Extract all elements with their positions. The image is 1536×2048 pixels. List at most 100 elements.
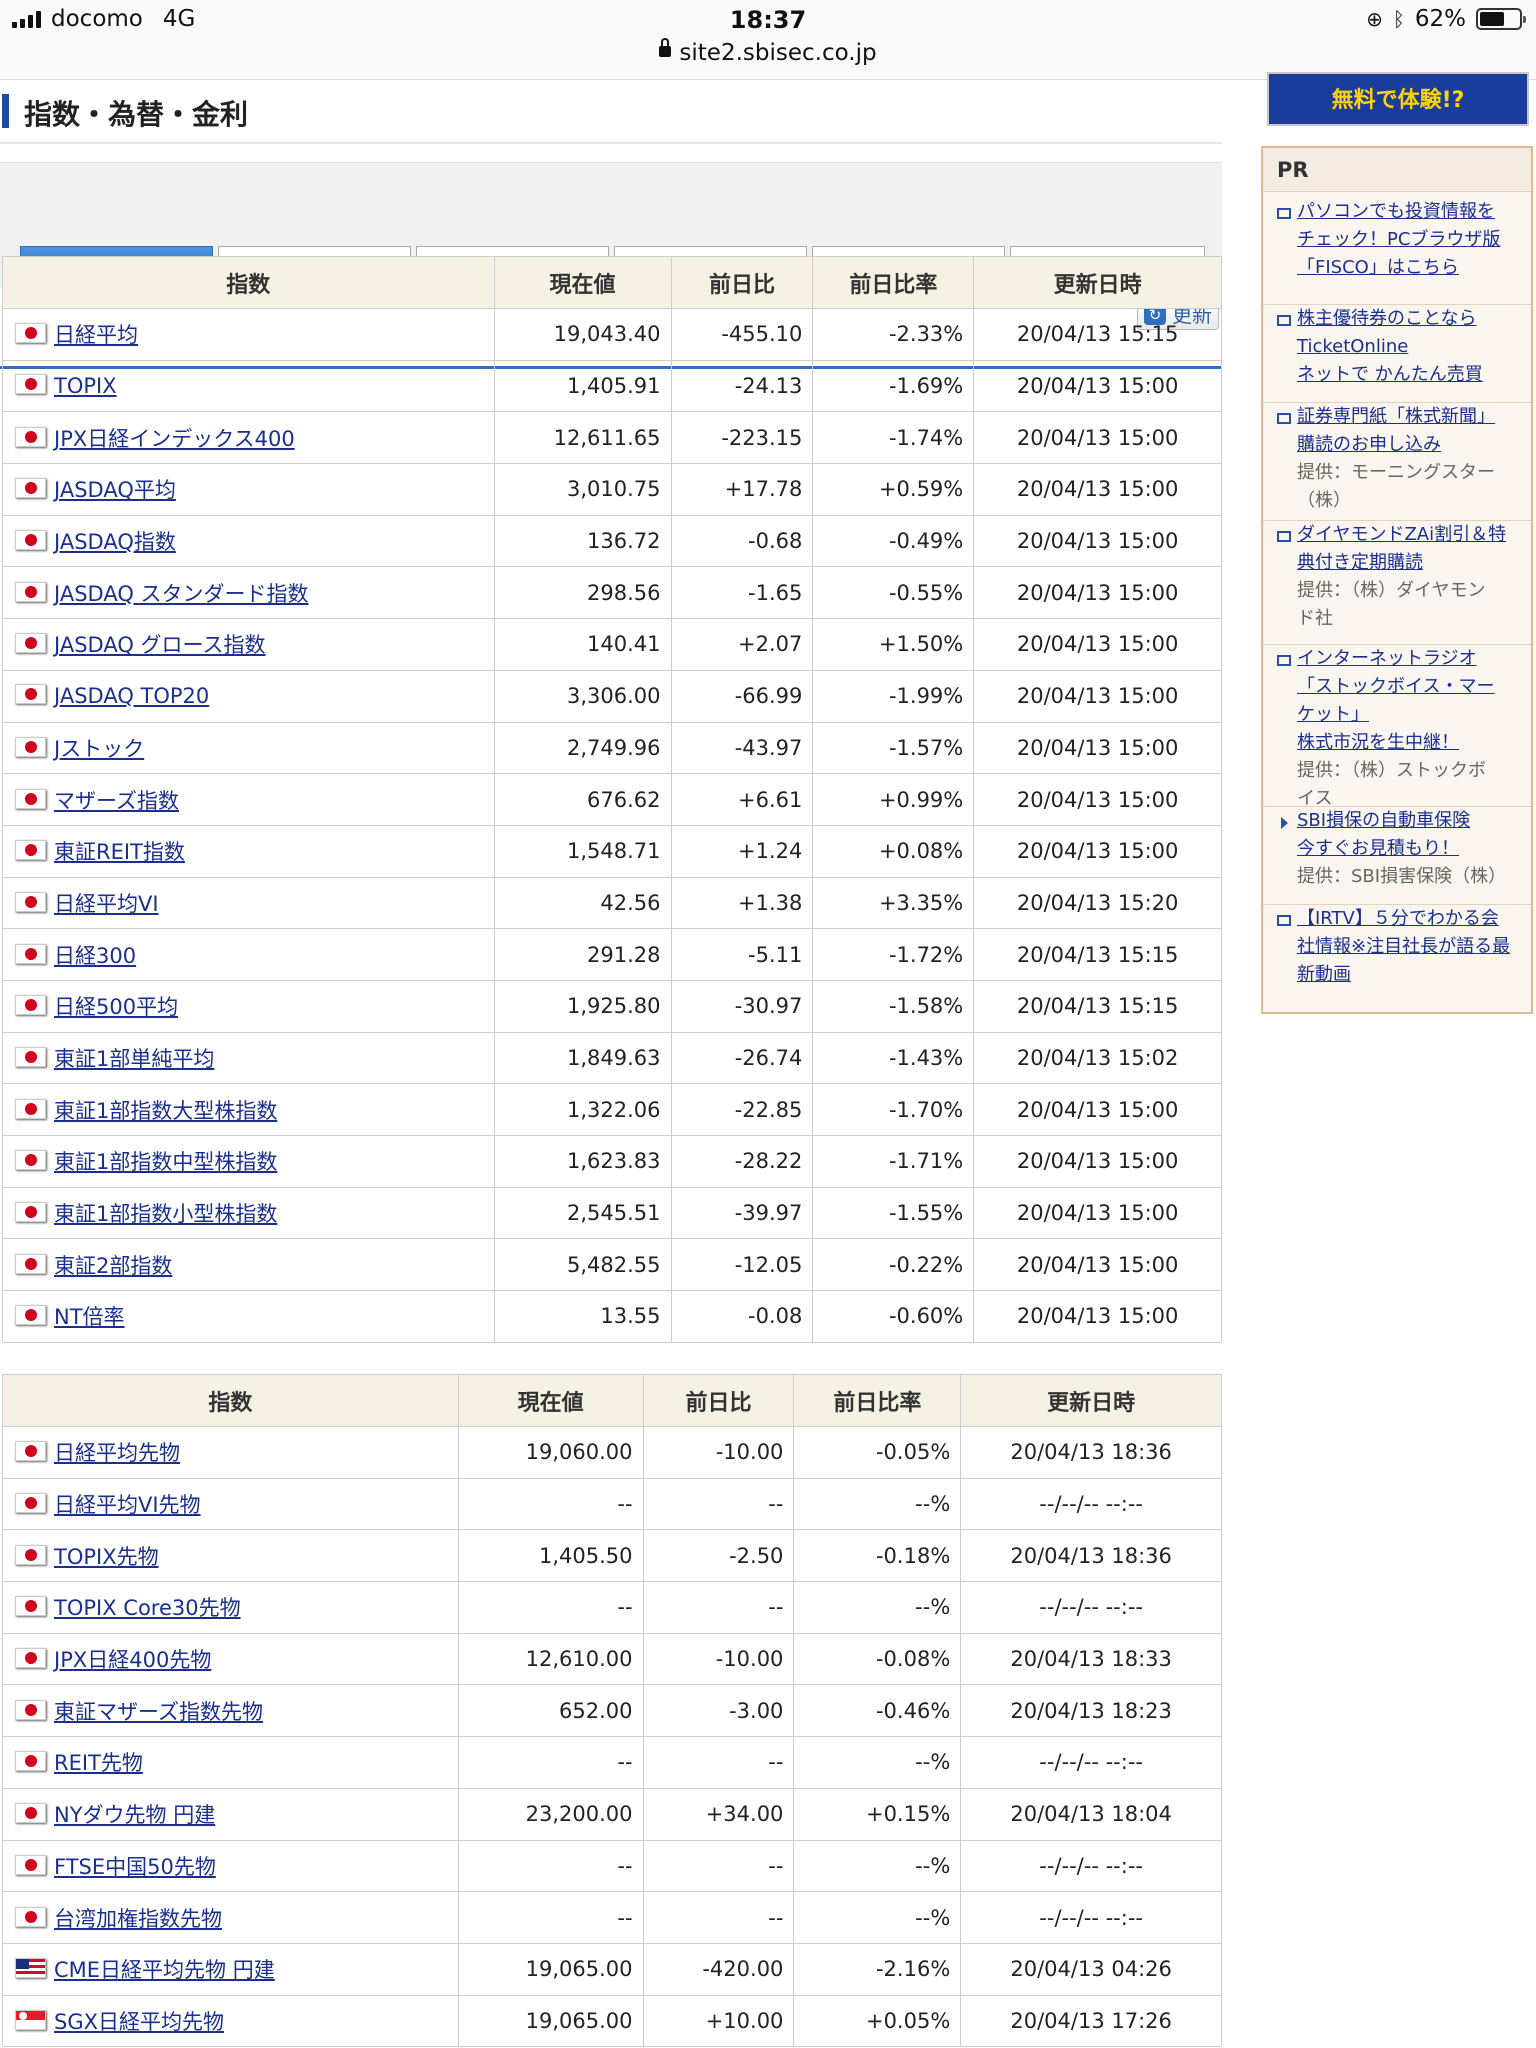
jp-flag-icon xyxy=(15,1544,46,1565)
change-cell: -- xyxy=(642,1736,795,1789)
price-cell: -- xyxy=(457,1839,644,1893)
change-cell: -0.68 xyxy=(670,514,814,568)
price-cell: 298.56 xyxy=(493,566,672,620)
change-cell: -455.10 xyxy=(670,308,814,361)
pr-link[interactable]: SBI損保の自動車保険 xyxy=(1297,807,1525,835)
index-link[interactable]: NT倍率 xyxy=(54,1305,125,1329)
table-row: JASDAQ TOP20 3,306.00 -66.99 -1.99% 20/04/13… xyxy=(2,669,1222,723)
change-cell: -- xyxy=(642,1581,795,1634)
index-name-cell: JASDAQ指数 xyxy=(2,514,495,568)
index-link[interactable]: 日経平均VI xyxy=(54,892,159,916)
index-name-cell: 東証1部指数中型株指数 xyxy=(2,1135,495,1188)
index-link[interactable]: JASDAQ指数 xyxy=(54,530,176,554)
pr-link[interactable]: 今すぐお見積もり！ xyxy=(1297,835,1525,863)
index-link[interactable]: マザーズ指数 xyxy=(54,789,179,813)
pr-link[interactable]: ネットで かんたん売買 xyxy=(1297,361,1525,389)
pr-link[interactable]: 「FISCO」はこちら xyxy=(1297,254,1525,282)
price-cell: 1,405.50 xyxy=(457,1529,644,1583)
index-link[interactable]: 日経平均先物 xyxy=(54,1441,180,1465)
index-link[interactable]: JASDAQ平均 xyxy=(54,478,176,502)
price-cell: 140.41 xyxy=(493,618,672,671)
price-cell: 676.62 xyxy=(493,773,672,826)
index-link[interactable]: 台湾加権指数先物 xyxy=(54,1907,222,1931)
table-row: マザーズ指数 676.62 +6.61 +0.99% 20/04/13 15:00 xyxy=(2,773,1222,826)
price-cell: 19,065.00 xyxy=(457,1994,644,2048)
pr-link[interactable]: 典付き定期購読 xyxy=(1297,549,1525,577)
status-time: 18:37 xyxy=(729,6,807,34)
index-link[interactable]: 日経平均 xyxy=(54,323,138,347)
price-cell: 1,322.06 xyxy=(493,1083,672,1136)
index-link[interactable]: TOPIX xyxy=(54,374,117,398)
pr-link[interactable]: 株式市況を生中継！ xyxy=(1297,729,1525,757)
price-cell: 42.56 xyxy=(493,876,672,930)
index-link[interactable]: TOPIX Core30先物 xyxy=(54,1596,241,1620)
index-name-cell: 台湾加権指数先物 xyxy=(2,1891,459,1944)
col-header-change-pct: 前日比率 xyxy=(812,256,975,309)
rotation-lock-icon: ⊕ xyxy=(1366,7,1383,31)
pr-item[interactable]: 【IRTV】５分でわかる会 社情報※注目社長が語る最 新動画 xyxy=(1263,904,1531,989)
index-link[interactable]: 東証1部指数小型株指数 xyxy=(54,1202,277,1226)
change-pct-cell: +0.08% xyxy=(812,824,975,878)
updated-cell: 20/04/13 15:00 xyxy=(973,463,1222,516)
change-pct-cell: -1.55% xyxy=(812,1186,975,1240)
pr-item[interactable]: SBI損保の自動車保険 今すぐお見積もり！ 提供：SBI損害保険（株） xyxy=(1263,806,1531,891)
jp-flag-icon xyxy=(15,840,46,861)
index-link[interactable]: 東証マザーズ指数先物 xyxy=(54,1700,263,1724)
index-link[interactable]: 東証1部指数大型株指数 xyxy=(54,1099,277,1123)
address-bar[interactable]: site2.sbisec.co.jp xyxy=(0,38,1536,66)
pr-item[interactable]: インターネットラジオ 「ストックボイス・マー ケット」 株式市況を生中継！ 提供：（株）… xyxy=(1263,644,1531,813)
index-link[interactable]: CME日経平均先物 円建 xyxy=(54,1958,275,1982)
pr-link[interactable]: ダイヤモンドZAi割引＆特 xyxy=(1297,521,1525,549)
index-link[interactable]: 東証REIT指数 xyxy=(54,840,185,864)
pr-link[interactable]: 株主優待券のことなら xyxy=(1297,305,1525,333)
index-link[interactable]: 東証1部指数中型株指数 xyxy=(54,1150,277,1174)
pr-link[interactable]: 新動画 xyxy=(1297,961,1525,989)
price-cell: 291.28 xyxy=(493,928,672,981)
index-link[interactable]: FTSE中国50先物 xyxy=(54,1855,216,1879)
pr-link[interactable]: インターネットラジオ xyxy=(1297,645,1525,673)
index-link[interactable]: JPX日経400先物 xyxy=(54,1648,211,1672)
updated-cell: 20/04/13 15:15 xyxy=(973,928,1222,981)
pr-link[interactable]: ケット」 xyxy=(1297,701,1525,729)
index-name-cell: TOPIX xyxy=(2,359,495,413)
index-link[interactable]: 日経平均VI先物 xyxy=(54,1493,201,1517)
table-row: FTSE中国50先物 -- -- --% --/--/-- --:-- xyxy=(2,1839,1222,1893)
table-row: NT倍率 13.55 -0.08 -0.60% 20/04/13 15:00 xyxy=(2,1290,1222,1343)
change-pct-cell: -0.49% xyxy=(812,514,975,568)
index-link[interactable]: 東証1部単純平均 xyxy=(54,1047,214,1071)
index-link[interactable]: NYダウ先物 円建 xyxy=(54,1803,215,1827)
pr-link[interactable]: パソコンでも投資情報を xyxy=(1297,198,1525,226)
pr-item[interactable]: 株主優待券のことなら TicketOnline ネットで かんたん売買 xyxy=(1263,304,1531,389)
ad-banner[interactable]: 無料で体験!? xyxy=(1267,72,1529,126)
index-link[interactable]: 東証2部指数 xyxy=(54,1254,172,1278)
pr-link[interactable]: 【IRTV】５分でわかる会 xyxy=(1297,905,1525,933)
index-link[interactable]: 日経300 xyxy=(54,944,136,968)
change-pct-cell: -0.22% xyxy=(812,1238,975,1292)
change-cell: +1.38 xyxy=(670,876,814,930)
index-link[interactable]: SGX日経平均先物 xyxy=(54,2010,224,2034)
index-link[interactable]: JASDAQ グロース指数 xyxy=(54,633,265,657)
price-cell: 1,405.91 xyxy=(493,359,672,413)
change-pct-cell: -0.60% xyxy=(812,1290,975,1343)
index-link[interactable]: Jストック xyxy=(54,737,144,761)
pr-link[interactable]: 社情報※注目社長が語る最 xyxy=(1297,933,1525,961)
pr-item[interactable]: 証券専門紙「株式新聞」 購読のお申し込み 提供：モーニングスター （株） xyxy=(1263,402,1531,515)
table-row: 東証1部単純平均 1,849.63 -26.74 -1.43% 20/04/13 15:… xyxy=(2,1031,1222,1085)
index-link[interactable]: JASDAQ スタンダード指数 xyxy=(54,582,309,606)
pr-link[interactable]: 購読のお申し込み xyxy=(1297,431,1525,459)
pr-link[interactable]: チェック！PCブラウザ版 xyxy=(1297,226,1525,254)
pr-item[interactable]: ダイヤモンドZAi割引＆特 典付き定期購読 提供：（株）ダイヤモン ド社 xyxy=(1263,520,1531,633)
pr-item[interactable]: パソコンでも投資情報を チェック！PCブラウザ版 「FISCO」はこちら xyxy=(1263,198,1531,282)
index-link[interactable]: TOPIX先物 xyxy=(54,1545,159,1569)
updated-cell: 20/04/13 15:00 xyxy=(973,514,1222,568)
change-cell: +17.78 xyxy=(670,463,814,516)
pr-link[interactable]: 証券専門紙「株式新聞」 xyxy=(1297,403,1525,431)
index-link[interactable]: JASDAQ TOP20 xyxy=(54,684,209,708)
pr-link[interactable]: TicketOnline xyxy=(1297,333,1525,361)
pr-link[interactable]: 「ストックボイス・マー xyxy=(1297,673,1525,701)
updated-cell: --/--/-- --:-- xyxy=(960,1736,1222,1789)
change-cell: -26.74 xyxy=(670,1031,814,1085)
index-link[interactable]: REIT先物 xyxy=(54,1751,143,1775)
index-link[interactable]: 日経500平均 xyxy=(54,995,178,1019)
index-link[interactable]: JPX日経インデックス400 xyxy=(54,427,295,451)
